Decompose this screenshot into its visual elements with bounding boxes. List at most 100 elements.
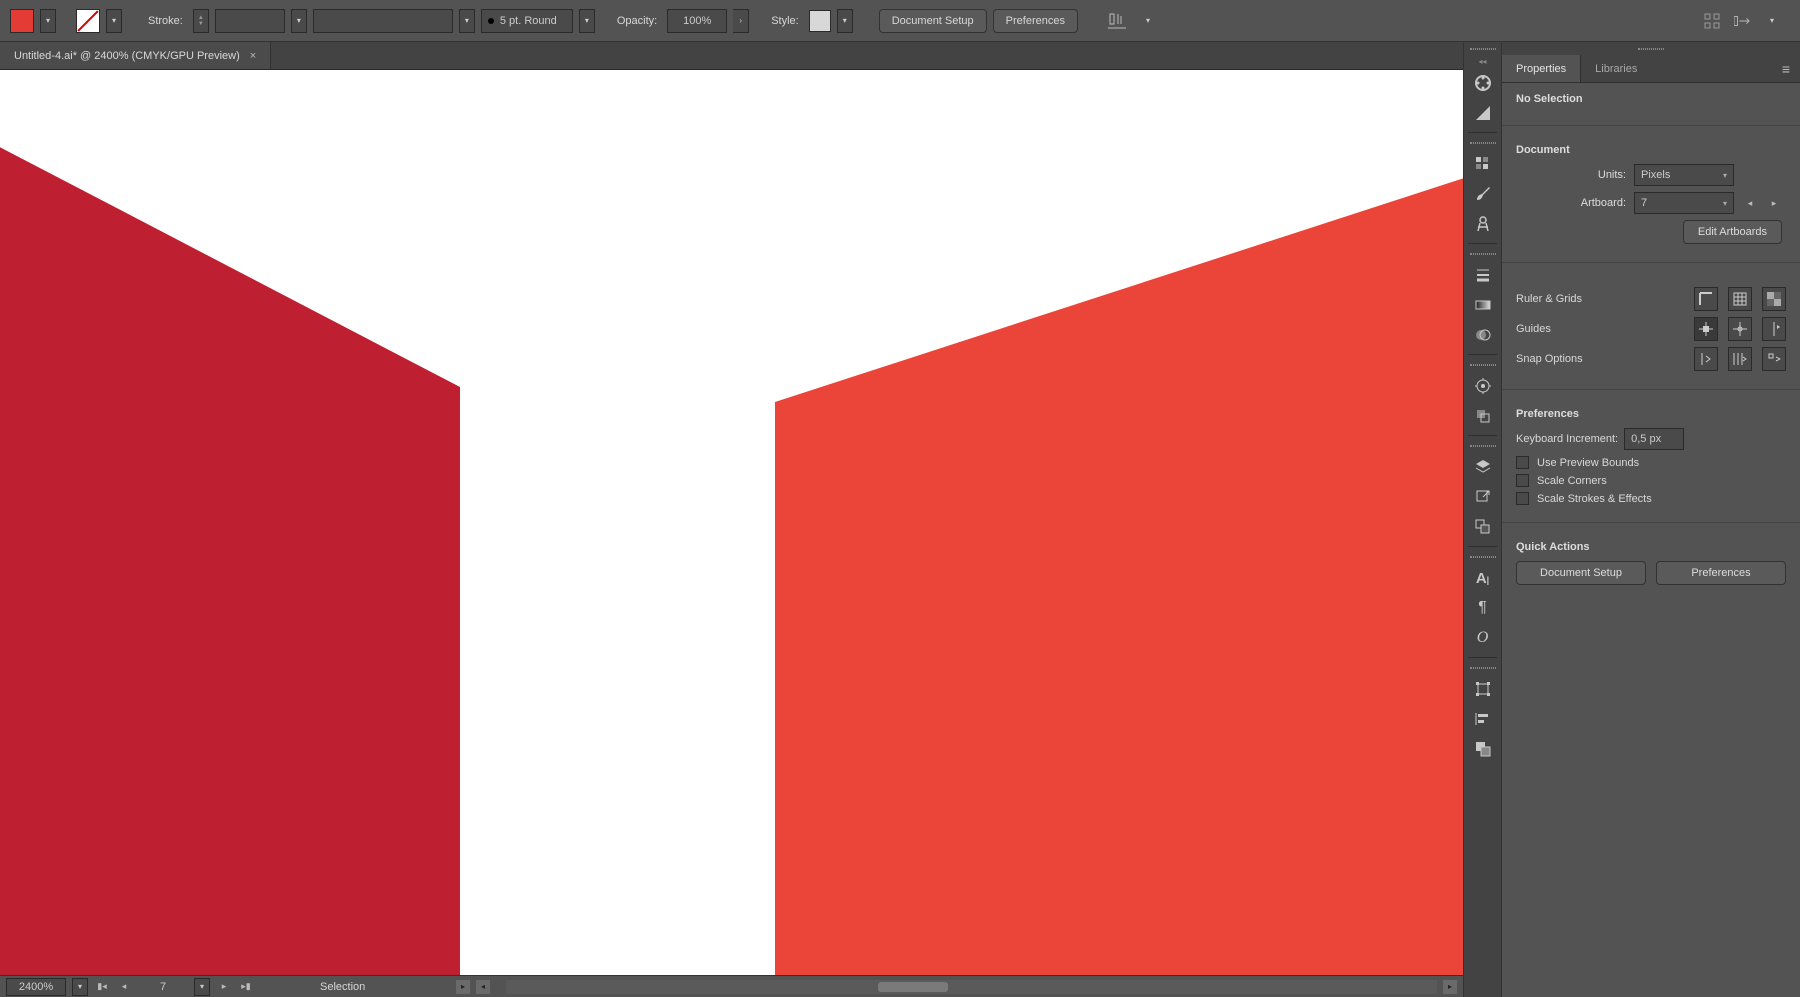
style-label: Style: <box>767 15 803 27</box>
use-preview-bounds-checkbox[interactable] <box>1516 456 1529 469</box>
dock-grip-7[interactable] <box>1464 662 1501 674</box>
scale-strokes-checkbox[interactable] <box>1516 492 1529 505</box>
libraries-tab[interactable]: Libraries <box>1581 55 1652 82</box>
snap-to-point-icon[interactable] <box>1694 347 1718 371</box>
presentation-mode-icon[interactable] <box>1704 13 1720 29</box>
document-setup-button[interactable]: Document Setup <box>879 9 987 33</box>
gradient-panel-icon[interactable] <box>1464 290 1501 320</box>
properties-tab[interactable]: Properties <box>1502 55 1581 82</box>
horizontal-scrollbar[interactable] <box>506 980 1437 994</box>
snap-to-pixel-icon[interactable] <box>1762 347 1786 371</box>
dock-grip-6[interactable] <box>1464 551 1501 563</box>
dock-grip-3[interactable] <box>1464 248 1501 260</box>
paragraph-panel-icon[interactable]: ¶ <box>1464 593 1501 623</box>
transform-panel-icon[interactable] <box>1464 674 1501 704</box>
opacity-input[interactable]: 100% <box>667 9 727 33</box>
status-mode-flyout[interactable]: ▸ <box>456 980 470 994</box>
preferences-button[interactable]: Preferences <box>993 9 1078 33</box>
zoom-dropdown[interactable]: ▾ <box>72 978 88 996</box>
dock-grip[interactable] <box>1464 43 1501 55</box>
stroke-weight-stepper[interactable]: ▲▼ <box>193 9 209 33</box>
dock-grip-2[interactable] <box>1464 137 1501 149</box>
control-bar: ▾ ▾ Stroke: ▲▼ ▾ ▾ 5 pt. Round ▾ Opacity… <box>0 0 1800 42</box>
edit-artboards-button[interactable]: Edit Artboards <box>1683 220 1782 244</box>
artwork-shape-left <box>0 142 460 975</box>
units-select[interactable]: Pixels▾ <box>1634 164 1734 186</box>
show-guides-icon[interactable] <box>1694 317 1718 341</box>
style-dropdown[interactable]: ▾ <box>837 9 853 33</box>
brushes-panel-icon[interactable] <box>1464 179 1501 209</box>
brush-dot-icon <box>488 18 494 24</box>
transparency-grid-icon[interactable] <box>1762 287 1786 311</box>
grid-toggle-icon[interactable] <box>1728 287 1752 311</box>
brush-dropdown[interactable]: ▾ <box>579 9 595 33</box>
layers-panel-icon[interactable] <box>1464 452 1501 482</box>
stroke-none-swatch[interactable] <box>76 9 100 33</box>
scale-corners-checkbox[interactable] <box>1516 474 1529 487</box>
last-artboard-button[interactable]: ▸▮ <box>238 979 254 995</box>
artboard-number-input[interactable]: 7 <box>138 978 188 996</box>
hscroll-right-arrow[interactable]: ▸ <box>1443 980 1457 994</box>
document-section-header: Document <box>1516 144 1786 156</box>
graphic-styles-panel-icon[interactable] <box>1464 401 1501 431</box>
artboard-select[interactable]: 7▾ <box>1634 192 1734 214</box>
arrange-documents-icon[interactable] <box>1734 13 1750 29</box>
opentype-panel-icon[interactable]: O <box>1464 623 1501 653</box>
document-tab-close[interactable]: × <box>250 50 256 62</box>
brush-dropdown-pre[interactable]: ▾ <box>459 9 475 33</box>
next-artboard-button[interactable]: ▸ <box>216 979 232 995</box>
snap-to-grid-icon[interactable] <box>1728 347 1752 371</box>
units-label: Units: <box>1516 169 1626 181</box>
character-panel-icon[interactable]: A| <box>1464 563 1501 593</box>
use-preview-bounds-label: Use Preview Bounds <box>1537 457 1639 469</box>
prev-artboard-icon[interactable]: ◂ <box>1742 195 1758 211</box>
align-flyout-icon[interactable] <box>1100 12 1134 30</box>
graphic-style-swatch[interactable] <box>809 10 831 32</box>
arrange-documents-dropdown[interactable]: ▾ <box>1764 9 1780 33</box>
opacity-flyout[interactable]: › <box>733 9 749 33</box>
document-tab[interactable]: Untitled-4.ai* @ 2400% (CMYK/GPU Preview… <box>0 42 271 69</box>
align-flyout-dropdown[interactable]: ▾ <box>1140 9 1156 33</box>
prev-artboard-button[interactable]: ◂ <box>116 979 132 995</box>
artboards-panel-icon[interactable] <box>1464 512 1501 542</box>
hscroll-left-arrow[interactable]: ◂ <box>476 980 490 994</box>
next-artboard-icon[interactable]: ▸ <box>1766 195 1782 211</box>
align-panel-icon[interactable] <box>1464 704 1501 734</box>
document-tab-title: Untitled-4.ai* @ 2400% (CMYK/GPU Preview… <box>14 50 240 62</box>
artboard-label: Artboard: <box>1516 197 1626 209</box>
color-panel-icon[interactable] <box>1464 68 1501 98</box>
dock-grip-4[interactable] <box>1464 359 1501 371</box>
dock-grip-5[interactable] <box>1464 440 1501 452</box>
panel-menu-icon[interactable]: ≡ <box>1772 55 1800 82</box>
quick-document-setup-button[interactable]: Document Setup <box>1516 561 1646 585</box>
preferences-section-header: Preferences <box>1516 408 1786 420</box>
color-guide-panel-icon[interactable] <box>1464 98 1501 128</box>
canvas[interactable] <box>0 70 1463 975</box>
symbols-panel-icon[interactable] <box>1464 209 1501 239</box>
stroke-weight-input[interactable] <box>215 9 285 33</box>
brush-definition-select[interactable]: 5 pt. Round <box>481 9 573 33</box>
transparency-panel-icon[interactable] <box>1464 320 1501 350</box>
lock-guides-icon[interactable] <box>1728 317 1752 341</box>
properties-panel-grip[interactable] <box>1502 43 1800 55</box>
keyboard-increment-input[interactable]: 0,5 px <box>1624 428 1684 450</box>
stroke-profile-display[interactable] <box>313 9 453 33</box>
smart-guides-icon[interactable] <box>1762 317 1786 341</box>
appearance-panel-icon[interactable] <box>1464 371 1501 401</box>
scale-corners-label: Scale Corners <box>1537 475 1607 487</box>
asset-export-panel-icon[interactable] <box>1464 482 1501 512</box>
first-artboard-button[interactable]: ▮◂ <box>94 979 110 995</box>
swatches-panel-icon[interactable] <box>1464 149 1501 179</box>
stroke-panel-icon[interactable] <box>1464 260 1501 290</box>
horizontal-scroll-thumb[interactable] <box>878 982 948 992</box>
ruler-toggle-icon[interactable] <box>1694 287 1718 311</box>
fill-color-swatch[interactable] <box>10 9 34 33</box>
stroke-profile-dropdown[interactable]: ▾ <box>291 9 307 33</box>
artboard-list-dropdown[interactable]: ▾ <box>194 978 210 996</box>
stroke-color-dropdown[interactable]: ▾ <box>106 9 122 33</box>
quick-preferences-button[interactable]: Preferences <box>1656 561 1786 585</box>
fill-dropdown[interactable]: ▾ <box>40 9 56 33</box>
ruler-grids-label: Ruler & Grids <box>1516 293 1582 305</box>
zoom-level-input[interactable]: 2400% <box>6 978 66 996</box>
pathfinder-panel-icon[interactable] <box>1464 734 1501 764</box>
